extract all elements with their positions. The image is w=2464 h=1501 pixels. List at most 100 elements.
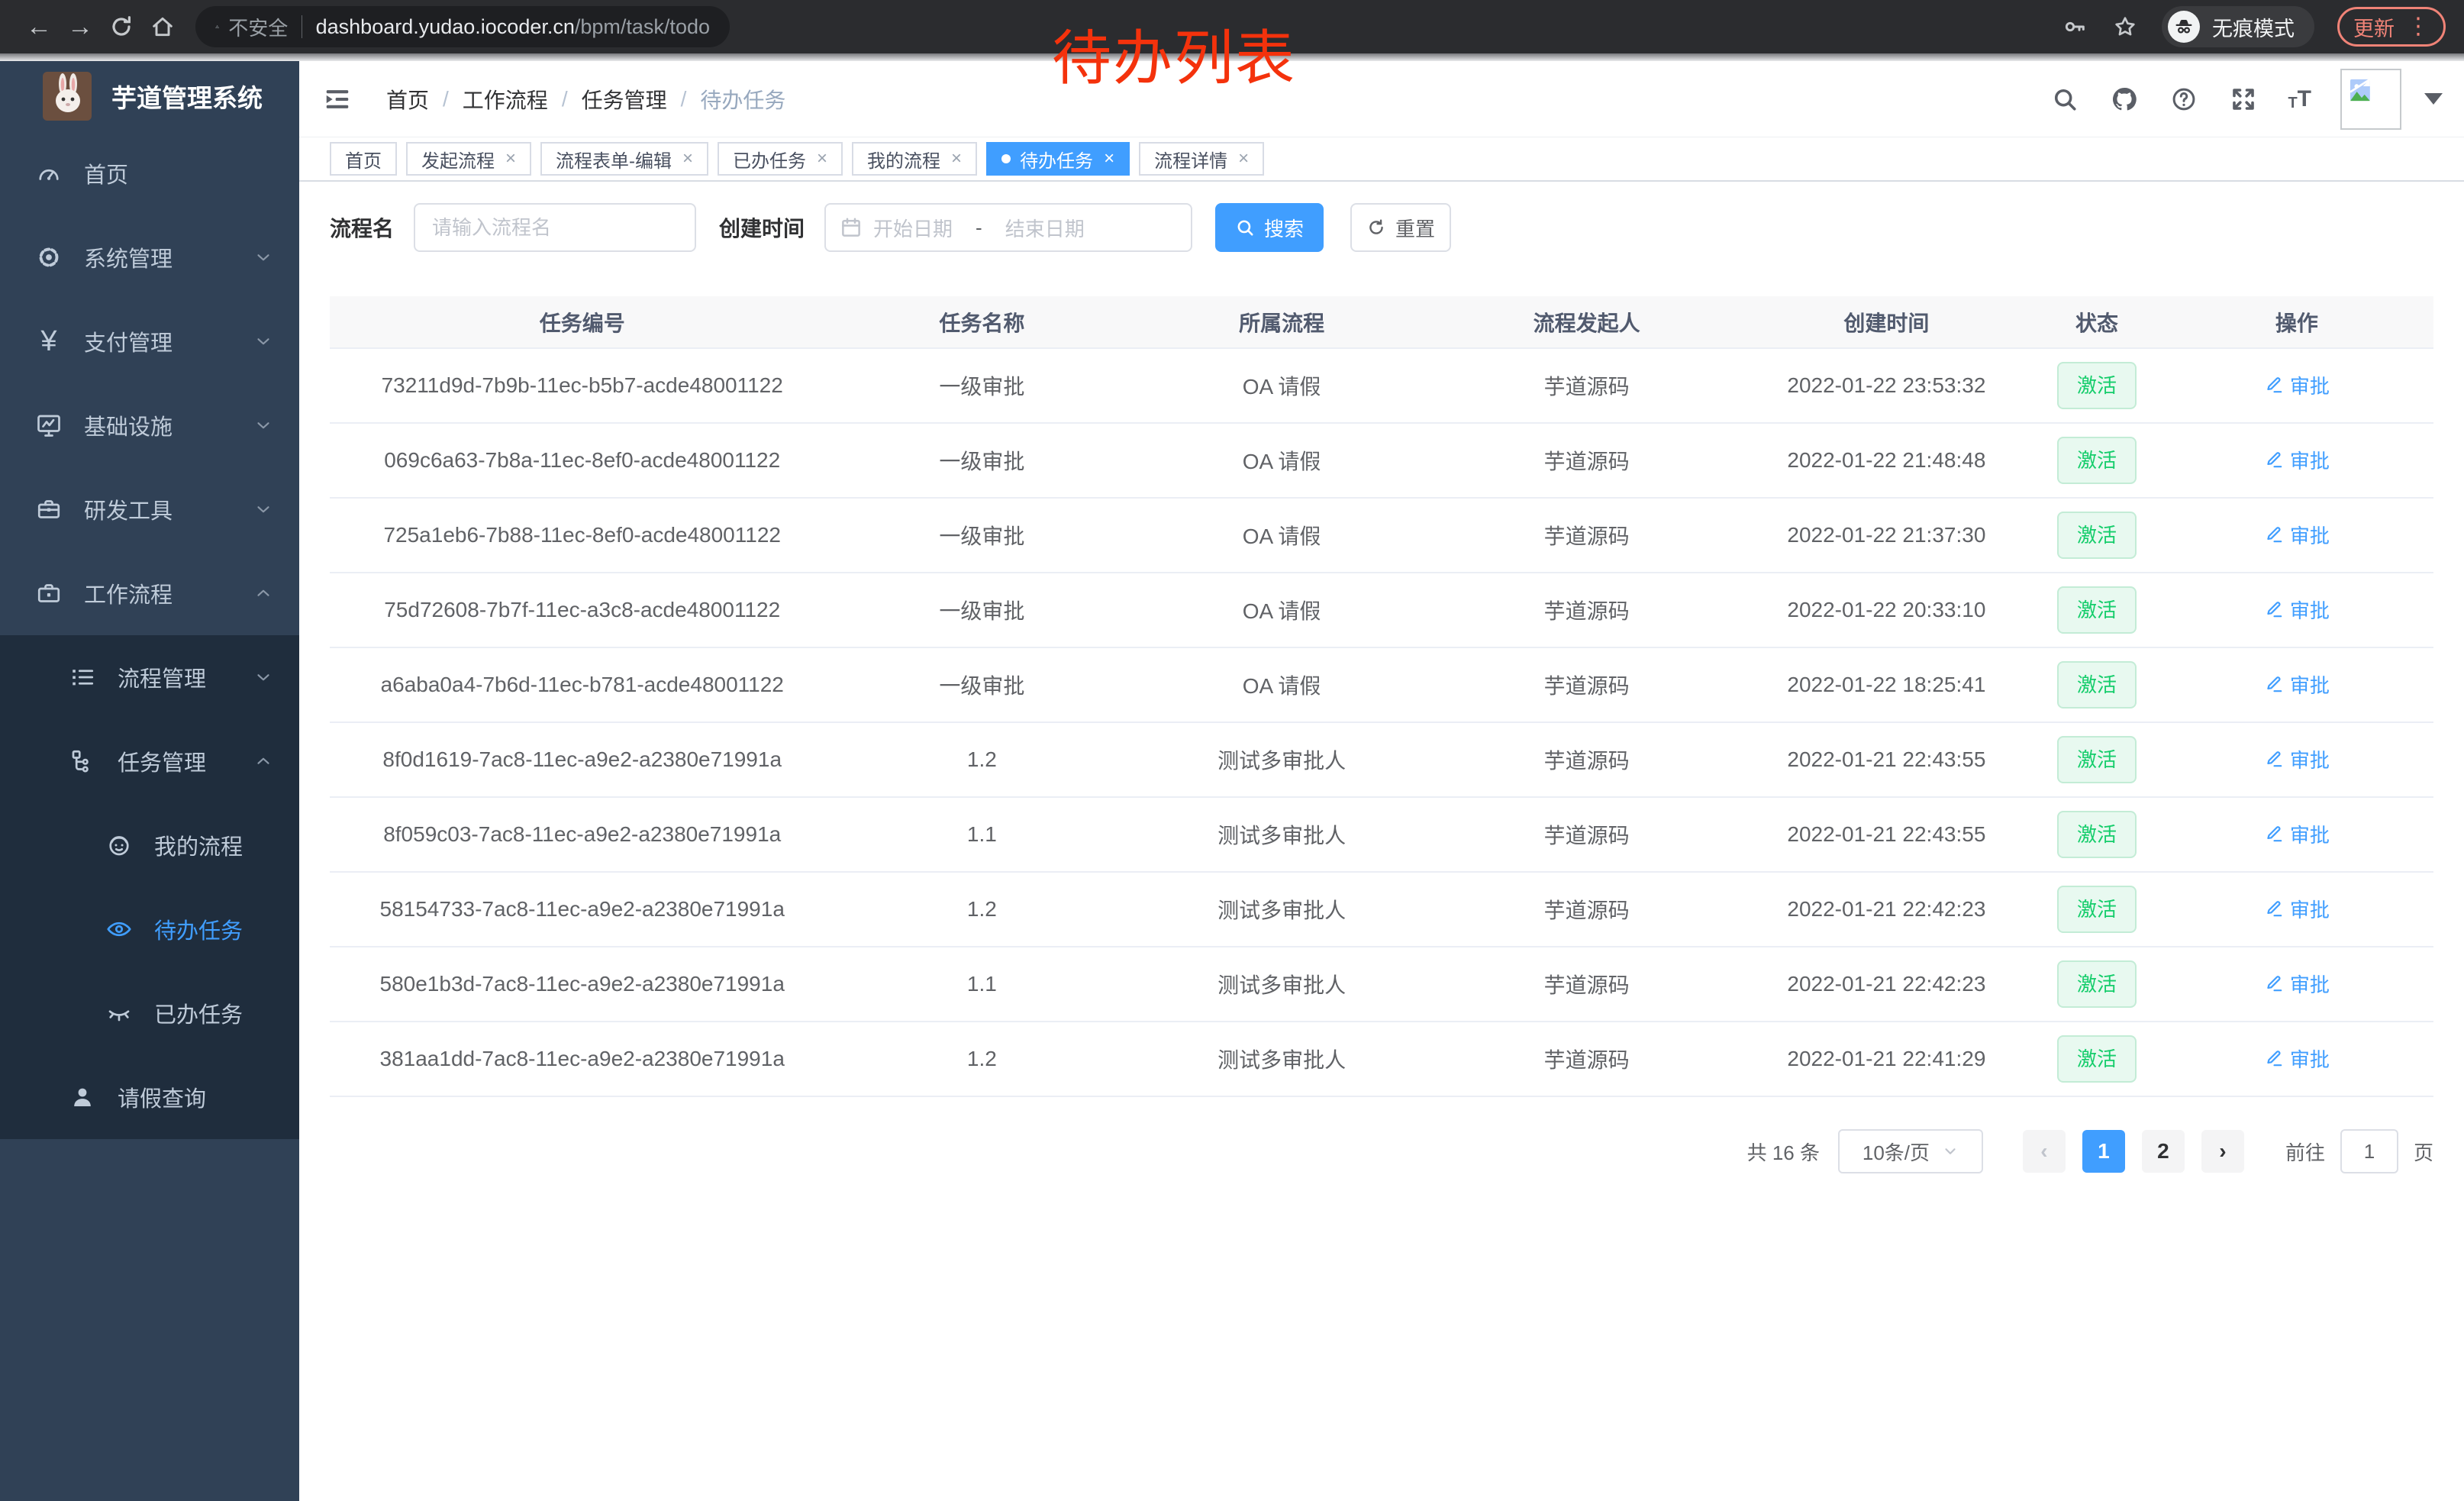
tab-label: 流程详情 bbox=[1154, 146, 1227, 173]
sidebar-item-支付管理[interactable]: ¥支付管理 bbox=[0, 299, 299, 383]
page-size-select[interactable]: 10条/页 bbox=[1838, 1129, 1983, 1173]
sidebar-item-工作流程[interactable]: 工作流程 bbox=[0, 551, 299, 635]
page-button-1[interactable]: 1 bbox=[2082, 1130, 2125, 1173]
browser-update-button[interactable]: 更新 ⋮ bbox=[2337, 7, 2446, 47]
tab-已办任务[interactable]: 已办任务× bbox=[718, 142, 843, 176]
create-time-cell: 2022-01-22 18:25:41 bbox=[1739, 647, 2033, 722]
create-time-range-picker[interactable]: 开始日期 - 结束日期 bbox=[824, 203, 1192, 252]
page-button-2[interactable]: 2 bbox=[2142, 1130, 2185, 1173]
approve-button[interactable]: 审批 bbox=[2264, 1044, 2330, 1073]
approve-button[interactable]: 审批 bbox=[2264, 745, 2330, 773]
create-time-cell: 2022-01-21 22:42:23 bbox=[1739, 872, 2033, 947]
approve-button[interactable]: 审批 bbox=[2264, 596, 2330, 624]
sidebar-item-已办任务[interactable]: 已办任务 bbox=[0, 971, 299, 1055]
sidebar-item-我的流程[interactable]: 我的流程 bbox=[0, 803, 299, 887]
approve-button[interactable]: 审批 bbox=[2264, 820, 2330, 848]
browser-reload-icon[interactable] bbox=[101, 6, 142, 47]
search-button[interactable]: 搜索 bbox=[1215, 203, 1324, 252]
starter-cell: 芋道源码 bbox=[1434, 423, 1740, 498]
prev-page-button[interactable]: ‹ bbox=[2023, 1130, 2066, 1173]
bookmark-star-icon[interactable] bbox=[2111, 13, 2139, 40]
sidebar-item-label: 我的流程 bbox=[154, 829, 243, 861]
tab-首页[interactable]: 首页 bbox=[330, 142, 397, 176]
sidebar-item-首页[interactable]: 首页 bbox=[0, 131, 299, 215]
create-time-cell: 2022-01-21 22:43:55 bbox=[1739, 722, 2033, 797]
help-icon[interactable] bbox=[2169, 84, 2199, 115]
sidebar-item-请假查询[interactable]: 请假查询 bbox=[0, 1055, 299, 1139]
task-name-cell: 一级审批 bbox=[834, 573, 1129, 647]
status-badge: 激活 bbox=[2057, 362, 2137, 409]
avatar-dropdown-caret-icon[interactable] bbox=[2424, 93, 2443, 105]
tab-流程表单-编辑[interactable]: 流程表单-编辑× bbox=[540, 142, 708, 176]
column-header-所属流程: 所属流程 bbox=[1129, 296, 1434, 348]
tab-close-icon[interactable]: × bbox=[682, 148, 693, 169]
tab-我的流程[interactable]: 我的流程× bbox=[852, 142, 977, 176]
tab-close-icon[interactable]: × bbox=[1238, 148, 1249, 169]
browser-menu-icon[interactable]: ⋮ bbox=[2407, 15, 2430, 38]
logo-image bbox=[43, 72, 92, 121]
action-cell: 审批 bbox=[2160, 722, 2433, 797]
task-name-cell: 一级审批 bbox=[834, 647, 1129, 722]
next-page-button[interactable]: › bbox=[2201, 1130, 2244, 1173]
status-badge: 激活 bbox=[2057, 437, 2137, 484]
breadcrumb-item[interactable]: 工作流程 bbox=[463, 84, 548, 115]
tab-close-icon[interactable]: × bbox=[505, 148, 516, 169]
avatar[interactable] bbox=[2340, 69, 2401, 130]
approve-button[interactable]: 审批 bbox=[2264, 521, 2330, 549]
approve-button[interactable]: 审批 bbox=[2264, 446, 2330, 474]
reset-button-label: 重置 bbox=[1395, 214, 1435, 242]
goto-page-input[interactable] bbox=[2340, 1129, 2398, 1173]
sidebar-item-研发工具[interactable]: 研发工具 bbox=[0, 467, 299, 551]
sidebar-item-任务管理[interactable]: 任务管理 bbox=[0, 719, 299, 803]
url-path: /bpm/task/todo bbox=[575, 15, 710, 39]
approve-button[interactable]: 审批 bbox=[2264, 371, 2330, 399]
done-eye-icon bbox=[104, 998, 134, 1028]
dashboard-icon bbox=[34, 158, 64, 189]
tab-close-icon[interactable]: × bbox=[817, 148, 827, 169]
sidebar-item-系统管理[interactable]: 系统管理 bbox=[0, 215, 299, 299]
fullscreen-icon[interactable] bbox=[2228, 84, 2259, 115]
status-badge: 激活 bbox=[2057, 586, 2137, 634]
tab-close-icon[interactable]: × bbox=[951, 148, 962, 169]
font-size-icon[interactable]: TT bbox=[2288, 88, 2311, 111]
action-cell: 审批 bbox=[2160, 1022, 2433, 1096]
sidebar-item-label: 基础设施 bbox=[84, 409, 173, 441]
search-icon[interactable] bbox=[2050, 84, 2080, 115]
github-icon[interactable] bbox=[2109, 84, 2140, 115]
starter-cell: 芋道源码 bbox=[1434, 722, 1740, 797]
chevron-down-icon bbox=[1942, 1143, 1959, 1160]
pagination-total: 共 16 条 bbox=[1747, 1138, 1820, 1166]
sidebar-item-流程管理[interactable]: 流程管理 bbox=[0, 635, 299, 719]
browser-forward-icon[interactable]: → bbox=[60, 6, 101, 47]
sidebar-item-基础设施[interactable]: 基础设施 bbox=[0, 383, 299, 467]
task-name-cell: 1.1 bbox=[834, 797, 1129, 872]
sidebar-item-待办任务[interactable]: 待办任务 bbox=[0, 887, 299, 971]
reset-button[interactable]: 重置 bbox=[1350, 203, 1451, 252]
app-logo-row[interactable]: 芋道管理系统 bbox=[0, 61, 299, 131]
password-key-icon[interactable] bbox=[2061, 13, 2088, 40]
browser-back-icon[interactable]: ← bbox=[18, 6, 60, 47]
table-header-row: 任务编号任务名称所属流程流程发起人创建时间状态操作 bbox=[330, 296, 2433, 348]
breadcrumb-item[interactable]: 首页 bbox=[386, 84, 429, 115]
task-id-cell: 73211d9d-7b9b-11ec-b5b7-acde48001122 bbox=[330, 348, 834, 423]
tab-close-icon[interactable]: × bbox=[1104, 148, 1114, 169]
approve-button[interactable]: 审批 bbox=[2264, 670, 2330, 699]
tab-流程详情[interactable]: 流程详情 × bbox=[1139, 142, 1264, 176]
status-badge: 激活 bbox=[2057, 661, 2137, 709]
collapse-sidebar-icon[interactable] bbox=[322, 84, 353, 115]
process-cell: 测试多审批人 bbox=[1129, 797, 1434, 872]
starter-cell: 芋道源码 bbox=[1434, 1022, 1740, 1096]
sidebar-item-label: 已办任务 bbox=[154, 997, 243, 1029]
address-bar[interactable]: 不安全 dashboard.yudao.iocoder.cn /bpm/task… bbox=[195, 6, 730, 47]
process-name-input[interactable] bbox=[414, 203, 696, 252]
breadcrumb-item[interactable]: 任务管理 bbox=[582, 84, 667, 115]
approve-button[interactable]: 审批 bbox=[2264, 895, 2330, 923]
approve-button[interactable]: 审批 bbox=[2264, 970, 2330, 998]
create-time-label: 创建时间 bbox=[719, 212, 805, 243]
status-cell: 激活 bbox=[2033, 872, 2159, 947]
tab-发起流程[interactable]: 发起流程× bbox=[406, 142, 531, 176]
sidebar-item-label: 请假查询 bbox=[118, 1081, 206, 1113]
browser-home-icon[interactable] bbox=[142, 6, 183, 47]
tab-待办任务[interactable]: 待办任务× bbox=[986, 142, 1130, 176]
create-time-cell: 2022-01-21 22:42:23 bbox=[1739, 947, 2033, 1022]
